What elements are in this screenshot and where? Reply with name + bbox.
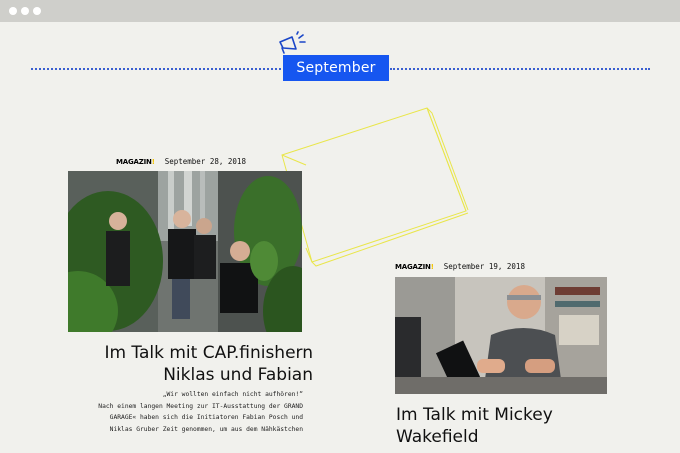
- excerpt-line: Niklas Gruber Zeit genommen, um aus dem …: [109, 425, 303, 433]
- timeline-divider-left: [31, 68, 281, 70]
- post-title[interactable]: Im Talk mit Mickey Wakefield: [396, 404, 636, 448]
- timeline-divider-right: [390, 68, 650, 70]
- post-title[interactable]: Im Talk mit CAP.finishern Niklas und Fab…: [93, 342, 313, 386]
- excerpt-line: Nach einem langen Meeting zur IT-Ausstat…: [98, 402, 303, 410]
- window-dot-maximize[interactable]: [33, 7, 41, 15]
- post-image-mickey-wakefield[interactable]: [395, 277, 607, 394]
- post-meta: MAGAZIN! September 28, 2018: [116, 157, 246, 166]
- post-meta: MAGAZIN! September 19, 2018: [395, 262, 525, 271]
- post-date: September 19, 2018: [443, 262, 525, 271]
- excerpt-line: GARAGE« haben sich die Initiatoren Fabia…: [109, 414, 303, 421]
- window-dot-close[interactable]: [9, 7, 17, 15]
- post-excerpt: „Wir wollten einfach nicht aufhören!“ Na…: [70, 389, 303, 435]
- month-badge[interactable]: September: [283, 55, 389, 81]
- megaphone-icon: [279, 31, 306, 54]
- browser-titlebar: [0, 0, 680, 22]
- post-image-cap-finishers[interactable]: [68, 171, 302, 332]
- magazin-logo[interactable]: MAGAZIN!: [116, 158, 155, 166]
- window-dot-minimize[interactable]: [21, 7, 29, 15]
- post-date: September 28, 2018: [164, 157, 246, 166]
- excerpt-line: „Wir wollten einfach nicht aufhören!“: [162, 391, 303, 398]
- magazin-logo[interactable]: MAGAZIN!: [395, 263, 434, 271]
